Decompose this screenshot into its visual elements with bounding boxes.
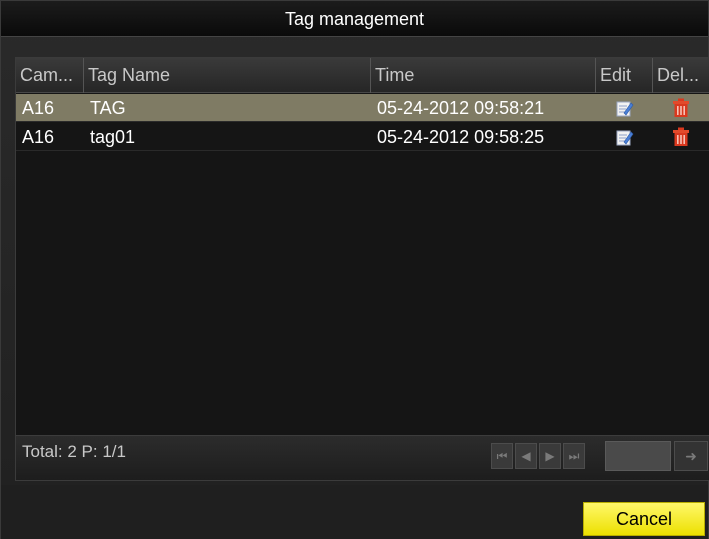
- prev-page-icon[interactable]: ◀: [515, 443, 537, 469]
- cancel-button[interactable]: Cancel: [583, 502, 705, 536]
- tag-management-dialog: Tag management Cam... Tag Name Time Edit…: [0, 0, 709, 539]
- table-footer: Total: 2 P: 1/1 ⏮ ◀ ▶ ⏭ ➜: [16, 435, 709, 480]
- table-row[interactable]: A16 tag01 05-24-2012 09:58:25: [16, 123, 709, 151]
- tag-table-panel: Cam... Tag Name Time Edit Del... A16 TAG…: [15, 57, 709, 481]
- column-header-camera[interactable]: Cam...: [16, 58, 84, 93]
- camera-cell: A16: [22, 98, 55, 118]
- column-header-time[interactable]: Time: [371, 58, 596, 93]
- trash-icon[interactable]: [672, 98, 690, 118]
- tag-name-cell: tag01: [90, 127, 136, 147]
- last-page-icon[interactable]: ⏭: [563, 443, 585, 469]
- camera-cell: A16: [22, 127, 55, 147]
- edit-icon[interactable]: [616, 128, 634, 146]
- next-page-icon[interactable]: ▶: [539, 443, 561, 469]
- total-pages-label: Total: 2 P: 1/1: [22, 442, 126, 461]
- column-header-tag-name[interactable]: Tag Name: [84, 58, 371, 93]
- table-header: Cam... Tag Name Time Edit Del...: [16, 58, 709, 93]
- column-header-edit[interactable]: Edit: [596, 58, 653, 93]
- time-cell: 05-24-2012 09:58:25: [377, 127, 545, 147]
- time-cell: 05-24-2012 09:58:21: [377, 98, 545, 118]
- edit-icon[interactable]: [616, 99, 634, 117]
- first-page-icon[interactable]: ⏮: [491, 443, 513, 469]
- trash-icon[interactable]: [672, 127, 690, 147]
- page-number-input[interactable]: [605, 441, 671, 471]
- dialog-title: Tag management: [1, 1, 708, 37]
- table-row[interactable]: A16 TAG 05-24-2012 09:58:21: [16, 94, 709, 122]
- go-arrow-icon[interactable]: ➜: [674, 441, 708, 471]
- tag-name-cell: TAG: [90, 98, 126, 118]
- column-header-delete[interactable]: Del...: [653, 58, 709, 93]
